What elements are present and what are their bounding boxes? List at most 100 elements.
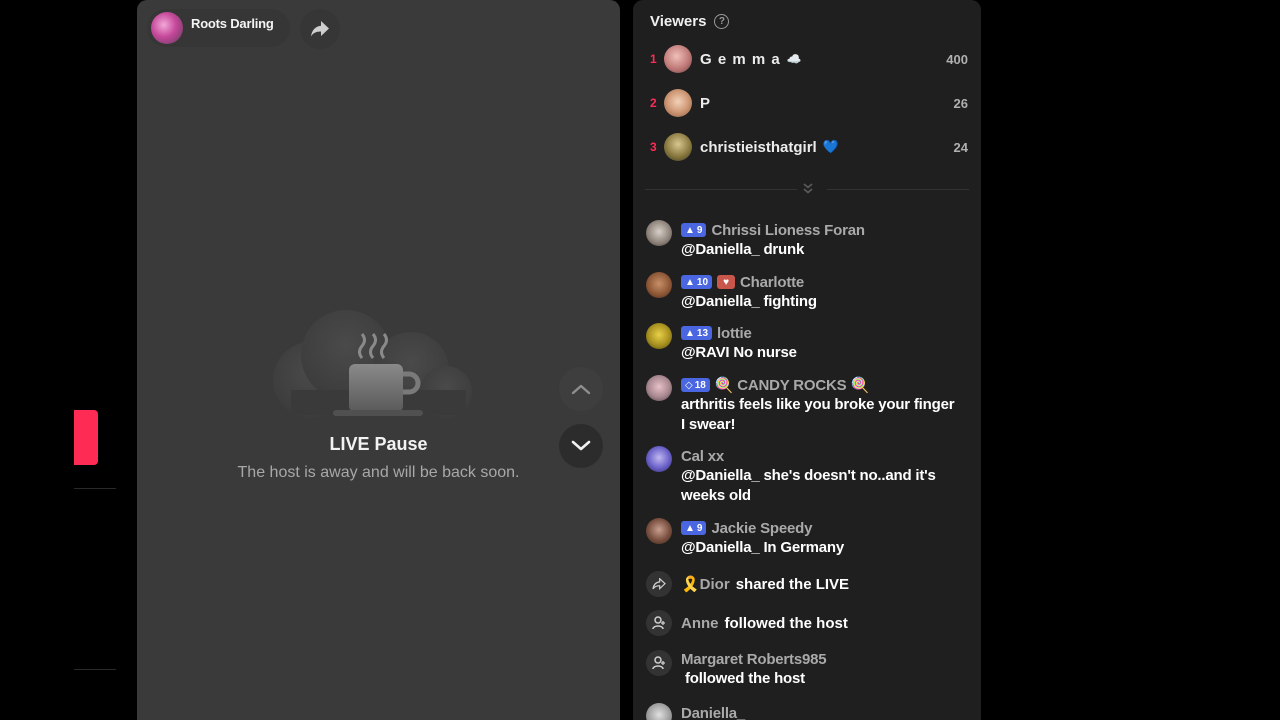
sidebar-divider <box>74 669 116 670</box>
viewer-score: 24 <box>953 139 968 155</box>
chat-username[interactable]: Jackie Speedy <box>711 520 812 537</box>
viewers-title: Viewers <box>650 13 707 30</box>
avatar[interactable] <box>646 323 672 349</box>
chat-message[interactable]: ▲ 10 ♥ Charlotte @Daniella_ fighting <box>646 272 966 312</box>
viewer-rank: 2 <box>650 96 657 110</box>
avatar[interactable] <box>646 703 672 720</box>
blue-heart-emoji: 💙 <box>822 139 839 154</box>
follow-event[interactable]: Anne followed the host <box>646 610 966 636</box>
avatar[interactable] <box>646 272 672 298</box>
viewer-name-text: G e m m a <box>700 50 781 68</box>
chat-username[interactable]: Chrissi Lioness Foran <box>711 222 865 239</box>
sidebar-active-indicator <box>74 410 98 465</box>
level-arrow-icon: ▲ <box>685 276 695 288</box>
avatar[interactable] <box>646 375 672 401</box>
event-text: followed the host <box>685 670 805 687</box>
chat-username[interactable]: Charlotte <box>740 274 804 291</box>
expand-chevron-icon[interactable] <box>801 181 815 195</box>
event-username[interactable]: Margaret Roberts985 <box>681 651 827 668</box>
chat-message[interactable]: Cal xx @Daniella_ she's doesn't no..and … <box>646 446 966 506</box>
help-icon[interactable]: ? <box>714 14 730 29</box>
viewers-header: Viewers ? <box>650 13 730 30</box>
viewer-score: 400 <box>946 51 968 67</box>
level-diamond-icon: ◇ <box>685 379 693 391</box>
level-badge: ▲ 9 <box>681 223 707 237</box>
chat-username[interactable]: Cal xx <box>681 448 724 465</box>
share-icon <box>311 21 329 37</box>
follow-event-icon <box>646 650 672 676</box>
cloud-emoji: ☁️ <box>786 52 802 66</box>
top-viewer-row[interactable]: 3 christieisthatgirl 💙 24 <box>650 133 968 161</box>
avatar[interactable] <box>646 446 672 472</box>
pause-subtitle: The host is away and will be back soon. <box>237 464 520 481</box>
chat-username[interactable]: 🍭 CANDY ROCKS 🍭 <box>715 376 869 394</box>
sidebar-divider <box>74 488 116 489</box>
live-side-panel: Viewers ? 1 G e m m a ☁️ 400 2 P 26 3 ch… <box>633 0 981 720</box>
chat-text: @RAVI No nurse <box>681 344 797 361</box>
avatar[interactable] <box>646 518 672 544</box>
chat-text: arthritis feels like you broke your fing… <box>681 396 955 433</box>
user-plus-icon <box>652 616 665 630</box>
event-text: shared the LIVE <box>735 575 850 593</box>
level-arrow-icon: ▲ <box>685 224 695 236</box>
chat-text: @Daniella_ she's doesn't no..and it's we… <box>681 467 936 504</box>
host-name[interactable]: Roots Darling <box>191 16 274 31</box>
follow-event-icon <box>646 610 672 636</box>
live-video-panel: Roots Darling LIVE Pause The host is awa… <box>137 0 620 720</box>
level-badge: ▲ 10 <box>681 275 713 289</box>
heart-badge-icon: ♥ <box>717 275 736 289</box>
level-number: 9 <box>696 224 703 236</box>
avatar[interactable] <box>664 133 692 161</box>
chat-text: @Daniella_ drunk <box>681 241 805 258</box>
host-avatar[interactable] <box>151 12 183 44</box>
viewer-name[interactable]: G e m m a ☁️ <box>700 51 802 68</box>
level-badge: ◇ 18 <box>681 378 710 392</box>
share-event[interactable]: 🎗️Dior shared the LIVE <box>646 571 966 597</box>
host-info[interactable]: Roots Darling <box>147 9 290 47</box>
viewer-name-text: christieisthatgirl <box>700 138 817 156</box>
top-viewer-row[interactable]: 2 P 26 <box>650 89 968 117</box>
share-icon <box>652 578 666 590</box>
avatar[interactable] <box>664 45 692 73</box>
chat-message[interactable]: ▲ 9 Chrissi Lioness Foran @Daniella_ drun… <box>646 220 966 260</box>
pause-title: LIVE Pause <box>329 434 428 454</box>
share-event-icon <box>646 571 672 597</box>
divider <box>827 189 969 190</box>
level-arrow-icon: ▲ <box>685 327 695 339</box>
chat-username[interactable]: Daniella_ <box>681 705 745 720</box>
level-badge: ▲ 9 <box>681 521 707 535</box>
event-username[interactable]: Anne <box>681 615 719 632</box>
follow-event[interactable]: Margaret Roberts985 followed the host <box>646 649 966 689</box>
avatar[interactable] <box>664 89 692 117</box>
chat-text: @Daniella_ In Germany <box>681 539 844 556</box>
level-arrow-icon: ▲ <box>685 522 695 534</box>
next-live-button[interactable] <box>559 424 603 468</box>
viewer-score: 26 <box>953 95 968 111</box>
chat-message[interactable]: ▲ 9 Jackie Speedy @Daniella_ In Germany <box>646 518 966 558</box>
chat-message[interactable]: ▲ 13 lottie @RAVI No nurse <box>646 323 966 363</box>
previous-live-button[interactable] <box>559 367 603 411</box>
event-username[interactable]: 🎗️Dior <box>681 575 730 593</box>
chat-username[interactable]: lottie <box>717 325 752 342</box>
viewer-rank: 3 <box>650 140 657 154</box>
chat-text: @Daniella_ fighting <box>681 293 817 310</box>
level-number: 10 <box>696 276 709 288</box>
level-number: 13 <box>696 327 709 339</box>
viewer-name[interactable]: P <box>700 95 710 112</box>
viewer-rank: 1 <box>650 52 657 66</box>
chevron-up-icon <box>571 384 591 395</box>
top-viewer-row[interactable]: 1 G e m m a ☁️ 400 <box>650 45 968 73</box>
viewer-name[interactable]: christieisthatgirl 💙 <box>700 139 839 156</box>
event-text: followed the host <box>724 614 848 632</box>
divider <box>645 189 797 190</box>
chevron-down-icon <box>571 440 591 451</box>
chat-message[interactable]: ◇ 18 🍭 CANDY ROCKS 🍭 arthritis feels like… <box>646 375 966 435</box>
user-plus-icon <box>652 656 665 670</box>
coffee-cup-icon <box>273 310 472 418</box>
chat-message[interactable]: Daniella_ <box>646 703 966 720</box>
level-number: 9 <box>696 522 703 534</box>
share-button[interactable] <box>300 9 340 49</box>
level-number: 18 <box>694 379 706 391</box>
level-badge: ▲ 13 <box>681 326 713 340</box>
avatar[interactable] <box>646 220 672 246</box>
